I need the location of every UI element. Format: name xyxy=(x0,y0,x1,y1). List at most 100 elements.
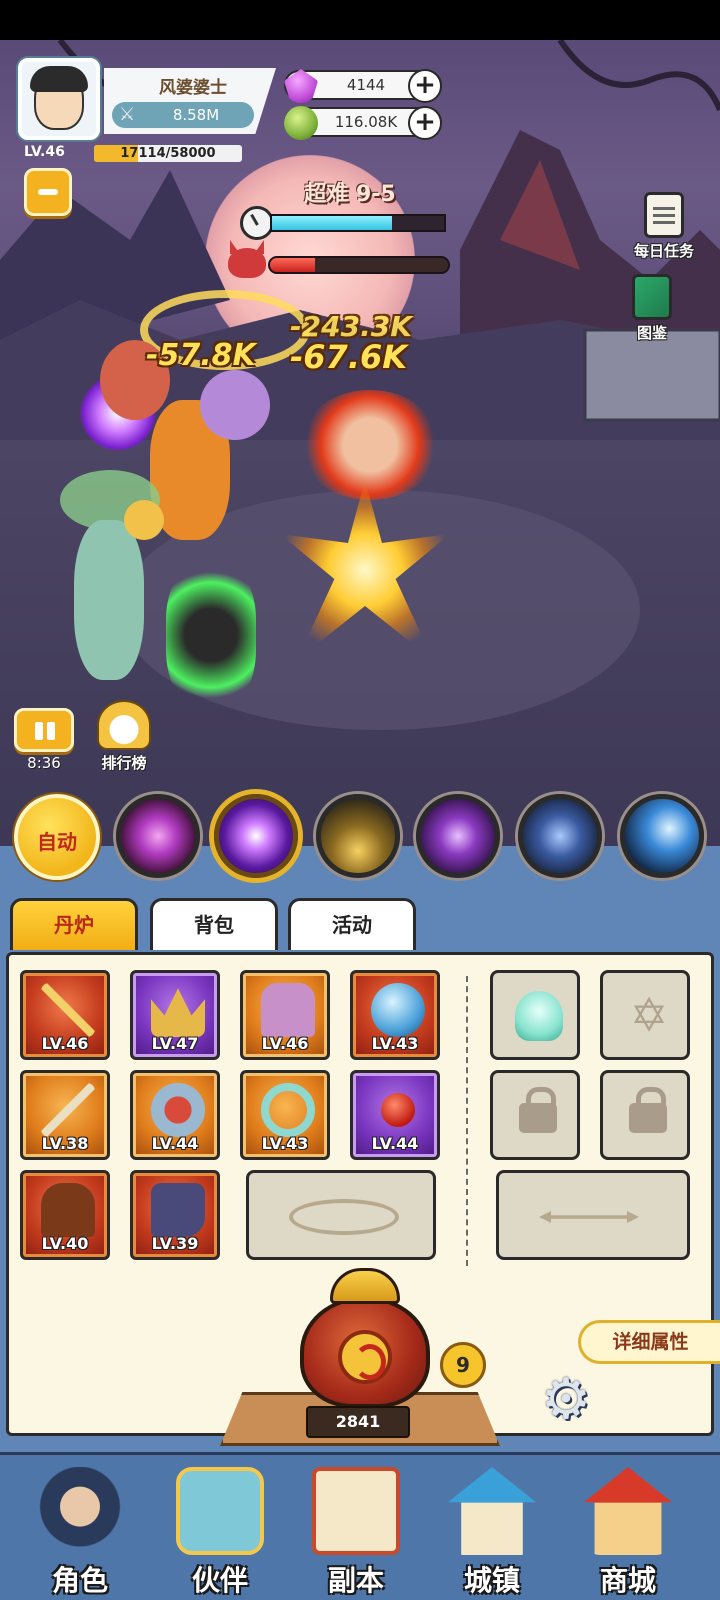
lightning-card-skill-icon[interactable] xyxy=(518,794,602,878)
comet-skill-icon[interactable] xyxy=(620,794,704,878)
daily-tasks-button[interactable]: 每日任务 xyxy=(624,192,704,261)
equipment-slot[interactable]: LV.47 xyxy=(130,970,220,1060)
pagoda-icon xyxy=(448,1467,536,1555)
auto-battle-button[interactable]: 自动 xyxy=(14,794,100,880)
helmet-icon xyxy=(41,1183,95,1237)
bottom-nav: 角色 伙伴 副本 城镇 商城 xyxy=(0,1452,720,1600)
panel-divider xyxy=(466,976,468,1266)
avatar[interactable] xyxy=(18,58,100,140)
shield-icon xyxy=(151,1083,205,1137)
tab-alchemy-furnace[interactable]: 丹炉 xyxy=(10,898,138,950)
boss-hp-bar xyxy=(268,256,450,274)
nav-label: 城镇 xyxy=(463,1564,520,1597)
equipment-slot[interactable]: LV.43 xyxy=(350,970,440,1060)
pearl-icon xyxy=(381,1093,415,1127)
locked-slot[interactable] xyxy=(600,1070,690,1160)
enemy-boss xyxy=(300,390,440,500)
collapse-menu-button[interactable] xyxy=(24,168,72,216)
equipment-level: LV.40 xyxy=(41,1234,89,1253)
golden-swords-skill-icon[interactable] xyxy=(316,794,400,878)
scroll-icon xyxy=(644,192,684,238)
lock-icon xyxy=(519,1087,557,1133)
nav-town[interactable]: 城镇 xyxy=(432,1459,552,1599)
trophy-icon xyxy=(97,700,151,750)
shuriken-skill-icon[interactable] xyxy=(416,794,500,878)
equipment-level: LV.44 xyxy=(371,1134,419,1153)
hexagram-ring-icon xyxy=(289,1199,399,1235)
add-gems-button[interactable]: + xyxy=(408,69,442,103)
locked-slot[interactable] xyxy=(490,1070,580,1160)
book-icon xyxy=(632,274,672,320)
equipment-slot[interactable]: LV.39 xyxy=(130,1170,220,1260)
equipment-slot[interactable]: LV.46 xyxy=(20,970,110,1060)
damage-number: -243.3K xyxy=(290,310,412,343)
gear-icon[interactable]: ⚙ xyxy=(524,1370,608,1430)
daily-tasks-label: 每日任务 xyxy=(633,242,694,260)
furnace-level-badge: 9 xyxy=(440,1342,486,1388)
nav-character[interactable]: 角色 xyxy=(20,1459,140,1599)
nav-label: 伙伴 xyxy=(191,1564,248,1597)
codex-label: 图鉴 xyxy=(636,324,667,342)
battle-timer: 8:36 xyxy=(27,754,61,772)
auto-label: 自动 xyxy=(37,830,77,854)
weapon-skin-slot[interactable] xyxy=(496,1170,690,1260)
power-value: 8.58M xyxy=(172,106,220,124)
lock-icon xyxy=(629,1087,667,1133)
gem-counter: 4144 + xyxy=(284,69,442,103)
equipment-level: LV.43 xyxy=(371,1034,419,1053)
equipment-slot[interactable]: LV.44 xyxy=(350,1070,440,1160)
equipment-level: LV.47 xyxy=(151,1034,199,1053)
nav-partners[interactable]: 伙伴 xyxy=(160,1459,280,1599)
demon-icon xyxy=(228,248,266,278)
coin-icon xyxy=(284,106,318,140)
avatar-hair xyxy=(30,66,88,92)
equipment-slot[interactable]: LV.46 xyxy=(240,970,330,1060)
spear-icon xyxy=(41,983,95,1037)
coin-counter: 116.08K + xyxy=(284,106,442,140)
gem-value: 4144 xyxy=(346,76,386,94)
detailed-stats-button[interactable]: 详细属性 xyxy=(578,1320,720,1364)
boss-hp-fill xyxy=(270,258,315,272)
nav-dungeon[interactable]: 副本 xyxy=(296,1459,416,1599)
boots-icon xyxy=(151,1183,205,1237)
equipment-slot[interactable]: LV.38 xyxy=(20,1070,110,1160)
codex-button[interactable]: 图鉴 xyxy=(612,274,692,343)
hero-shiba-dog xyxy=(124,500,164,540)
treasure-slot-hexagram[interactable]: ✡ xyxy=(600,970,690,1060)
hero-green-aura xyxy=(166,560,256,710)
equipment-level: LV.46 xyxy=(41,1034,89,1053)
panda-portrait-icon xyxy=(176,1467,264,1555)
damage-number: -57.8K xyxy=(146,338,256,373)
ranking-label: 排行榜 xyxy=(101,754,147,772)
nav-shop[interactable]: 商城 xyxy=(568,1459,688,1599)
hexagram-icon: ✡ xyxy=(629,988,669,1042)
equipment-level: LV.44 xyxy=(151,1134,199,1153)
equipment-level: LV.38 xyxy=(41,1134,89,1153)
violet-orb-skill-icon[interactable] xyxy=(214,794,298,878)
clock-icon xyxy=(240,206,274,240)
equipment-level: LV.39 xyxy=(151,1234,199,1253)
damage-number: -67.6K xyxy=(290,338,408,376)
stage-progress-bar xyxy=(270,214,446,232)
lotus-icon xyxy=(515,991,563,1041)
pause-button[interactable] xyxy=(14,708,74,752)
nav-label: 商城 xyxy=(599,1564,656,1597)
treasure-slot-lotus[interactable] xyxy=(490,970,580,1060)
equipment-slot[interactable]: LV.43 xyxy=(240,1070,330,1160)
coin-value: 116.08K xyxy=(334,113,398,131)
dagger-icon xyxy=(41,1083,95,1137)
player-name: 风婆婆士 xyxy=(159,78,227,98)
formation-slot[interactable] xyxy=(246,1170,436,1260)
ranking-button[interactable]: 排行榜 xyxy=(92,700,156,773)
add-coins-button[interactable]: + xyxy=(408,106,442,140)
character-portrait-icon xyxy=(36,1467,124,1555)
sword-icon: ⚔ xyxy=(119,104,136,125)
tab-activities[interactable]: 活动 xyxy=(288,898,416,950)
purple-vortex-skill-icon[interactable] xyxy=(116,794,200,878)
equipment-slot[interactable]: LV.40 xyxy=(20,1170,110,1260)
hero-lotus-girl xyxy=(200,370,270,440)
equipment-slot[interactable]: LV.44 xyxy=(130,1070,220,1160)
crown-icon xyxy=(151,988,205,1037)
player-level: LV.46 xyxy=(24,144,65,160)
tab-backpack[interactable]: 背包 xyxy=(150,898,278,950)
